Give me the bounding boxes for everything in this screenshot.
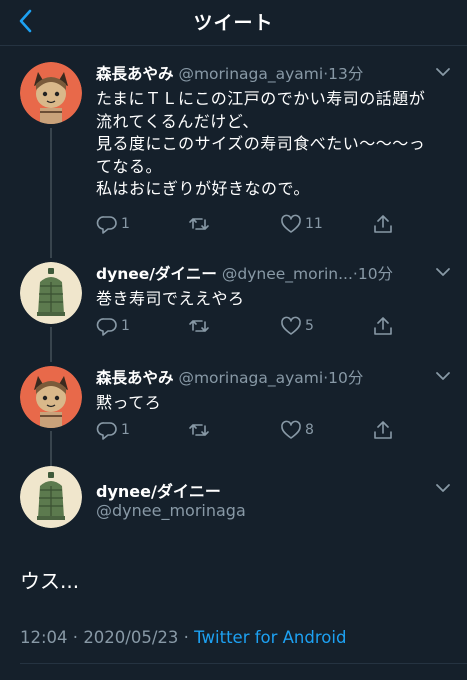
reply-icon [96, 422, 117, 440]
share-button[interactable] [372, 419, 397, 441]
like-icon [281, 214, 301, 233]
tweet-text: 黙ってろ [96, 393, 162, 412]
share-button[interactable] [372, 315, 397, 337]
reply-button[interactable]: 1 [96, 419, 130, 441]
like-button[interactable]: 5 [280, 315, 314, 337]
like-count: 8 [305, 422, 314, 438]
like-button[interactable]: 11 [280, 213, 323, 235]
author-handle: @dynee_morinaga [96, 501, 246, 520]
like-icon [281, 316, 301, 335]
tweet-time: 12:04 [20, 628, 68, 647]
retweet-icon [189, 424, 209, 436]
like-button[interactable]: 8 [280, 419, 314, 441]
reply-tweet[interactable]: dynee/ダイニー @dynee_morin...·10分 巻き寿司でええやろ… [0, 260, 467, 350]
retweet-icon [189, 218, 209, 230]
separator: · [178, 628, 195, 647]
divider [20, 663, 467, 664]
avatar[interactable] [20, 262, 82, 324]
retweet-button[interactable] [188, 419, 213, 441]
tweet-time: 10分 [328, 369, 364, 387]
author-name[interactable]: 森長あやみ [96, 369, 174, 387]
author-name[interactable]: dynee/ダイニー [96, 482, 221, 501]
like-icon [281, 420, 301, 439]
reply-button[interactable]: 1 [96, 315, 130, 337]
author-handle: @morinaga_ayami [178, 65, 324, 83]
top-bar: ツイート [0, 0, 467, 46]
avatar[interactable] [20, 366, 82, 428]
reply-count: 1 [121, 216, 130, 232]
author-name[interactable]: 森長あやみ [96, 65, 174, 83]
chevron-down-icon[interactable] [435, 266, 451, 278]
main-tweet-text: ウス... [20, 569, 80, 593]
tweet-actions: 1 5 [96, 315, 416, 339]
tweet-meta: 森長あやみ @morinaga_ayami·10分 [96, 366, 363, 388]
chevron-down-icon[interactable] [435, 482, 451, 494]
like-count: 5 [305, 318, 314, 334]
author-name[interactable]: dynee/ダイニー [96, 265, 217, 283]
reply-count: 1 [121, 318, 130, 334]
separator: · [67, 628, 84, 647]
tweet-source-link[interactable]: Twitter for Android [194, 628, 346, 647]
tweet-meta: 森長あやみ @morinaga_ayami·13分 [96, 62, 363, 84]
author-handle: @dynee_morin... [221, 265, 353, 283]
share-icon [374, 421, 392, 439]
page-title: ツイート [193, 12, 274, 34]
tweet-timestamp: 12:04 · 2020/05/23 · Twitter for Android [20, 628, 346, 647]
reply-tweet[interactable]: 森長あやみ @morinaga_ayami·13分 たまにＴＬにこの江戸のでかい… [0, 60, 467, 250]
share-icon [374, 317, 392, 335]
chevron-down-icon[interactable] [435, 370, 451, 382]
avatar[interactable] [20, 62, 82, 124]
reply-icon [96, 216, 117, 234]
retweet-button[interactable] [188, 213, 213, 235]
tweet-time: 13分 [328, 65, 364, 83]
tweet-actions: 1 11 [96, 213, 416, 237]
tweet-time: 10分 [357, 265, 394, 283]
retweet-button[interactable] [188, 315, 213, 337]
author-name-row: dynee/ダイニー [96, 478, 221, 502]
main-tweet-header: dynee/ダイニー @dynee_morinaga [0, 466, 467, 536]
share-button[interactable] [372, 213, 397, 235]
like-count: 11 [305, 216, 323, 232]
tweet-actions: 1 8 [96, 419, 416, 443]
retweet-icon [189, 320, 209, 332]
reply-icon [96, 318, 117, 336]
chevron-down-icon[interactable] [435, 66, 451, 78]
tweet-text: たまにＴＬにこの江戸のでかい寿司の話題が 流れてくるんだけど、 見る度にこのサイ… [96, 89, 426, 198]
avatar[interactable] [20, 466, 82, 528]
reply-tweet[interactable]: 森長あやみ @morinaga_ayami·10分 黙ってろ 1 8 [0, 364, 467, 454]
tweet-date: 2020/05/23 [83, 628, 179, 647]
tweet-meta: dynee/ダイニー @dynee_morin...·10分 [96, 262, 393, 284]
reply-count: 1 [121, 422, 130, 438]
reply-button[interactable]: 1 [96, 213, 130, 235]
tweet-text: 巻き寿司でええやろ [96, 289, 245, 308]
author-handle: @morinaga_ayami [178, 369, 324, 387]
share-icon [374, 215, 392, 233]
